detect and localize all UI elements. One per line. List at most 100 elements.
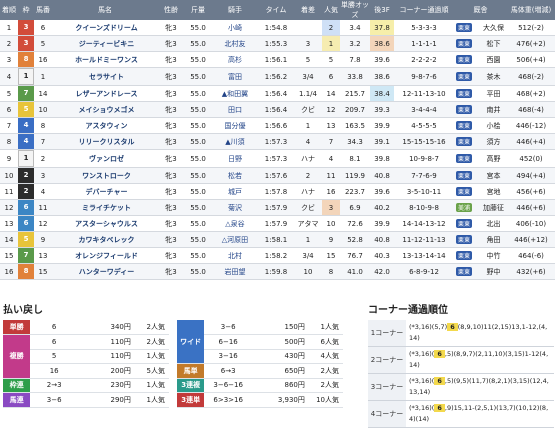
- horse-name-link[interactable]: レザーアンドレース: [52, 85, 158, 103]
- horse-name-link[interactable]: アスタウィン: [52, 117, 158, 135]
- horse-name-link[interactable]: ミライチケット: [52, 199, 158, 217]
- jockey-link[interactable]: 北村友: [212, 35, 258, 53]
- trainer-link[interactable]: 高野: [476, 149, 507, 169]
- horse-name-link[interactable]: セラサイト: [52, 67, 158, 87]
- jockey-link[interactable]: ▲和田翼: [212, 85, 258, 103]
- trainer-link[interactable]: 角田: [476, 231, 507, 249]
- body-weight-cell: 512(-2): [507, 20, 555, 37]
- trainer-link[interactable]: 中竹: [476, 247, 507, 265]
- sex-age-cell: 牝3: [158, 199, 184, 217]
- horse-name-link[interactable]: カワキタベレック: [52, 231, 158, 249]
- trainer-link[interactable]: 小桧: [476, 117, 507, 135]
- jockey-link[interactable]: ▲川須: [212, 133, 258, 151]
- trainer-link[interactable]: 西園: [476, 51, 507, 69]
- jockey-link[interactable]: 岩田望: [212, 263, 258, 281]
- waku-cell: 4: [18, 133, 34, 151]
- rank-cell: 14: [0, 231, 18, 249]
- result-row: 6 5 10 メイショウメゴメ 牝3 55.0 田口 1:56.4 クビ 12 209.7 39.3 3…: [0, 101, 555, 119]
- horse-name-link[interactable]: ヴァンロゼ: [52, 149, 158, 169]
- trainer-link[interactable]: 松下: [476, 35, 507, 53]
- trainer-link[interactable]: 加藤征: [476, 199, 507, 217]
- popularity-cell: 14: [322, 85, 340, 103]
- payout-type-label: 3連単: [177, 392, 205, 408]
- sex-age-cell: 牝3: [158, 263, 184, 281]
- jockey-link[interactable]: 国分優: [212, 117, 258, 135]
- horse-name-link[interactable]: ワンストローク: [52, 167, 158, 185]
- trainer-link[interactable]: 茶木: [476, 67, 507, 87]
- jockey-link[interactable]: 日野: [212, 149, 258, 169]
- jockey-link[interactable]: 松若: [212, 167, 258, 185]
- weight-carried-cell: 55.0: [184, 85, 212, 103]
- stable-area-cell: 栗東: [454, 67, 476, 87]
- corner-order-cell: 13-13-14-14: [394, 247, 454, 265]
- trainer-link[interactable]: 宮地: [476, 183, 507, 201]
- trainer-link[interactable]: 野中: [476, 263, 507, 281]
- waku-cell: 4: [18, 117, 34, 135]
- odds-cell: 3.4: [340, 20, 370, 37]
- trainer-link[interactable]: 大久保: [476, 20, 507, 37]
- time-cell: 1:57.3: [258, 133, 294, 151]
- horse-name-link[interactable]: クイーンズドリーム: [52, 20, 158, 37]
- odds-cell: 6.9: [340, 199, 370, 217]
- sex-age-cell: 牝3: [158, 35, 184, 53]
- body-weight-cell: 406(-10): [507, 215, 555, 233]
- body-weight-cell: 446(+12): [507, 231, 555, 249]
- odds-cell: 8.1: [340, 149, 370, 169]
- jockey-link[interactable]: 菊沢: [212, 199, 258, 217]
- jockey-link[interactable]: △河原田: [212, 231, 258, 249]
- horse-name-link[interactable]: メイショウメゴメ: [52, 101, 158, 119]
- horse-number-cell: 15: [34, 263, 52, 281]
- payout-combination: 16: [30, 363, 79, 379]
- corner-order-cell: 10-9-8-7: [394, 149, 454, 169]
- body-weight-cell: 456(+6): [507, 183, 555, 201]
- jockey-link[interactable]: 田口: [212, 101, 258, 119]
- horse-name-link[interactable]: アスターシャウルス: [52, 215, 158, 233]
- popularity-cell: 11: [322, 167, 340, 185]
- horse-name-link[interactable]: ハンターワディー: [52, 263, 158, 281]
- trainer-link[interactable]: 北出: [476, 215, 507, 233]
- horse-name-link[interactable]: ジーティービキニ: [52, 35, 158, 53]
- jockey-link[interactable]: 北村: [212, 247, 258, 265]
- rank-cell: 4: [0, 67, 18, 87]
- time-cell: 1:57.9: [258, 199, 294, 217]
- waku-cell: 3: [18, 20, 34, 37]
- result-row: 13 6 12 アスターシャウルス 牝3 55.0 △泉谷 1:57.9 アタマ 10 72.6 39…: [0, 215, 555, 233]
- rank-cell: 1: [0, 20, 18, 37]
- time-cell: 1:57.3: [258, 149, 294, 169]
- jockey-link[interactable]: 高杉: [212, 51, 258, 69]
- jockey-link[interactable]: 富田: [212, 67, 258, 87]
- horse-name-link[interactable]: ホールドミーワンス: [52, 51, 158, 69]
- corner-label: 4コーナー: [368, 401, 406, 427]
- horse-number-cell: 10: [34, 101, 52, 119]
- weight-carried-cell: 55.0: [184, 215, 212, 233]
- trainer-link[interactable]: 宮本: [476, 167, 507, 185]
- payout-popularity: 1人気: [134, 349, 169, 364]
- jockey-link[interactable]: △泉谷: [212, 215, 258, 233]
- stable-area-cell: 栗東: [454, 35, 476, 53]
- trainer-link[interactable]: 南井: [476, 101, 507, 119]
- trainer-link[interactable]: 平田: [476, 85, 507, 103]
- popularity-cell: 2: [322, 20, 340, 37]
- trainer-link[interactable]: 須方: [476, 133, 507, 151]
- corner-order-value: (*3,16)(6,5)(8,9,7)(2,11,10)(3,15)1-12(4…: [409, 350, 549, 369]
- result-row: 8 4 7 リリークリスタル 牝3 55.0 ▲川須 1:57.3 4 7 34.3 39.1 15-1…: [0, 133, 555, 151]
- corner-label: 1コーナー: [368, 320, 406, 346]
- last-3f-cell: 39.8: [370, 149, 394, 169]
- corner-title: コーナー通過順位: [368, 305, 448, 316]
- horse-name-link[interactable]: リリークリスタル: [52, 133, 158, 151]
- last-3f-cell: 42.0: [370, 263, 394, 281]
- payout-amount: 200円: [78, 363, 135, 379]
- horse-name-link[interactable]: デバーチャー: [52, 183, 158, 201]
- sex-age-cell: 牝3: [158, 67, 184, 87]
- sex-age-cell: 牝3: [158, 85, 184, 103]
- stable-area-cell: 栗東: [454, 215, 476, 233]
- corner-order-cell: 3-5-10-11: [394, 183, 454, 201]
- horse-name-link[interactable]: オレンジフィールド: [52, 247, 158, 265]
- stable-area-cell: 栗東: [454, 247, 476, 265]
- sex-age-cell: 牝3: [158, 101, 184, 119]
- payout-combination: 3−6: [204, 320, 253, 335]
- jockey-link[interactable]: 城戸: [212, 183, 258, 201]
- horse-number-cell: 7: [34, 133, 52, 151]
- jockey-link[interactable]: 小崎: [212, 20, 258, 37]
- margin-cell: アタマ: [294, 215, 322, 233]
